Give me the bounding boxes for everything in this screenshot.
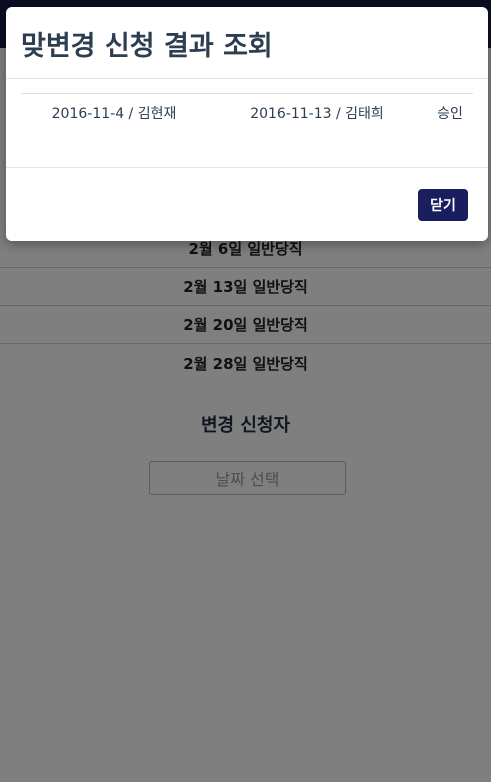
modal-footer: 닫기 [6, 167, 488, 241]
modal-title: 맞변경 신청 결과 조회 [21, 31, 273, 62]
my-duty-cell: 2016-11-4 / 김현재 [21, 93, 207, 132]
modal-header: 맞변경 신청 결과 조회 [6, 7, 488, 79]
result-modal: 맞변경 신청 결과 조회 2016-11-4 / 김현재 2016-11-13 … [6, 7, 488, 241]
target-duty-cell: 2016-11-13 / 김태희 [207, 93, 427, 132]
result-table: 2016-11-4 / 김현재 2016-11-13 / 김태희 승인 [21, 93, 473, 132]
close-button[interactable]: 닫기 [418, 189, 468, 221]
modal-body: 2016-11-4 / 김현재 2016-11-13 / 김태희 승인 [21, 93, 473, 167]
status-cell: 승인 [427, 93, 473, 132]
table-row: 2016-11-4 / 김현재 2016-11-13 / 김태희 승인 [21, 93, 473, 132]
